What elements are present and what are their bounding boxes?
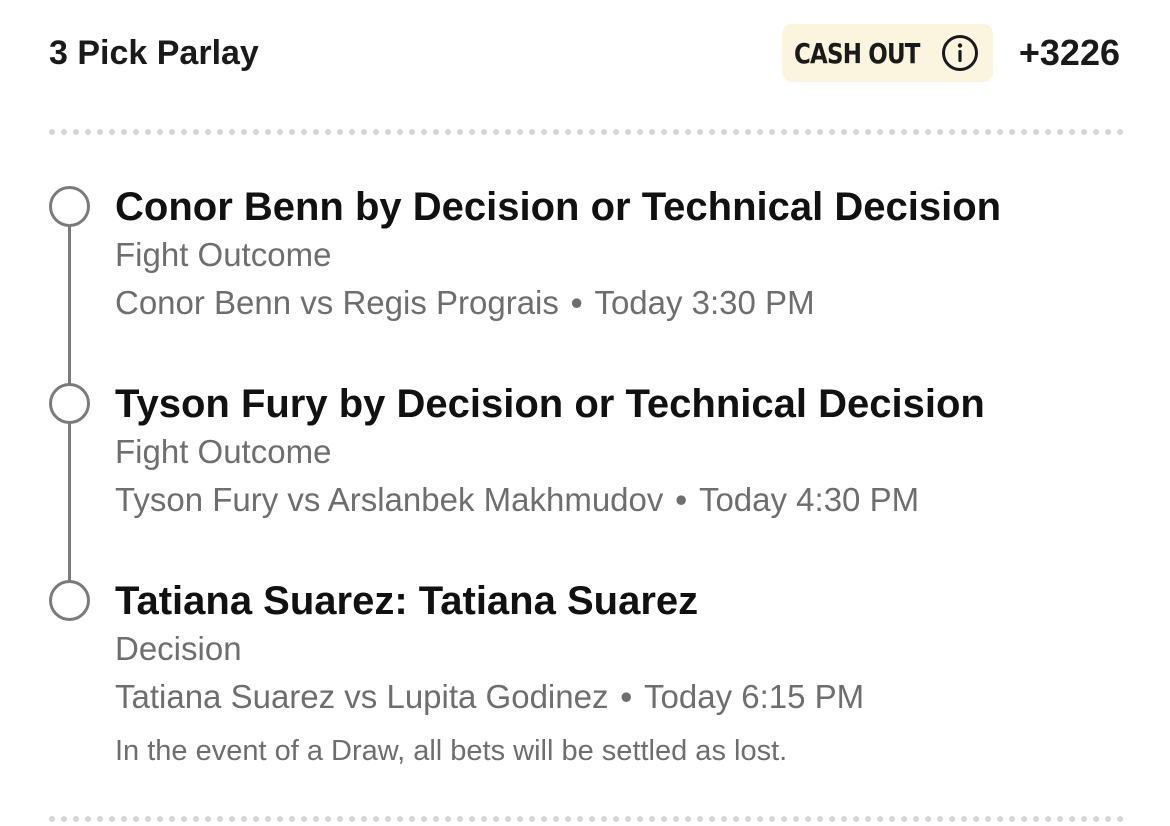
leg-selection: Conor Benn by Decision or Technical Deci… — [115, 185, 1002, 229]
leg-market: Decision — [115, 630, 242, 667]
parlay-odds: +3226 — [1018, 32, 1120, 73]
leg-event: Tyson Fury vs Arslanbek Makhmudov • Today … — [115, 476, 1130, 524]
leg-market: Fight Outcome — [115, 433, 332, 470]
leg-time: Today 6:15 PM — [644, 678, 865, 715]
dot-separator: • — [570, 284, 583, 321]
leg-event: Conor Benn vs Regis Prograis • Today 3:30 … — [115, 279, 1130, 327]
info-icon[interactable] — [941, 34, 979, 72]
dot-separator: • — [620, 678, 633, 715]
leg-selection: Tatiana Suarez: Tatiana Suarez — [115, 579, 699, 623]
leg-matchup: Conor Benn vs Regis Prograis — [115, 284, 559, 321]
top-divider — [49, 129, 1124, 135]
leg-market: Fight Outcome — [115, 236, 332, 273]
leg-matchup: Tyson Fury vs Arslanbek Makhmudov — [115, 481, 664, 518]
leg-time: Today 4:30 PM — [698, 481, 920, 518]
leg-event: Tatiana Suarez vs Lupita Godinez • Today 6… — [115, 673, 1130, 721]
bottom-divider — [49, 816, 1124, 822]
leg-status-circle-icon — [49, 580, 90, 621]
dot-separator: • — [675, 481, 687, 518]
leg-status-circle-icon — [49, 383, 90, 424]
leg-status-circle-icon — [49, 186, 90, 227]
bet-header: 3 Pick Parlay CASH OUT +3226 — [49, 24, 1120, 82]
leg-time: Today 3:30 PM — [594, 284, 815, 321]
leg-selection: Tyson Fury by Decision or Technical Deci… — [115, 382, 985, 426]
draw-rule-note: In the event of a Draw, all bets will be… — [115, 735, 788, 767]
leg-matchup: Tatiana Suarez vs Lupita Godinez — [115, 678, 609, 715]
cash-out-label: CASH OUT — [793, 36, 920, 70]
cash-out-button[interactable]: CASH OUT — [781, 24, 993, 82]
bet-title: 3 Pick Parlay — [49, 33, 259, 72]
